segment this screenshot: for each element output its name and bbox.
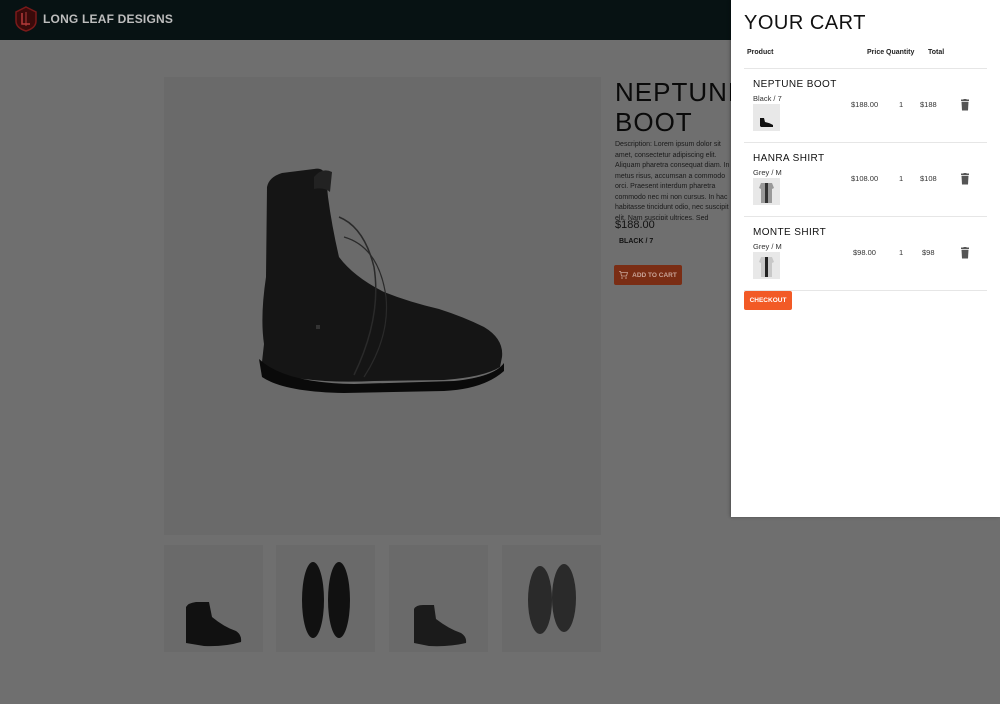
thumbnail-top-view[interactable] bbox=[276, 545, 375, 652]
brand-name[interactable]: LONG LEAF DESIGNS bbox=[43, 12, 173, 26]
thumbnail-pair-view[interactable] bbox=[502, 545, 601, 652]
cart-icon bbox=[619, 271, 629, 279]
product-variant: BLACK / 7 bbox=[619, 238, 654, 245]
item-thumbnail bbox=[753, 104, 780, 131]
item-quantity[interactable]: 1 bbox=[899, 248, 903, 257]
product-main-image bbox=[164, 77, 601, 535]
item-name: MONTE SHIRT bbox=[753, 227, 827, 238]
shield-logo-icon[interactable] bbox=[15, 6, 37, 32]
trash-icon[interactable] bbox=[960, 247, 970, 259]
item-name: NEPTUNE BOOT bbox=[753, 79, 837, 90]
trash-icon[interactable] bbox=[960, 99, 970, 111]
cart-title: YOUR CART bbox=[744, 12, 866, 34]
item-name: HANRA SHIRT bbox=[753, 153, 825, 164]
item-total: $108 bbox=[920, 174, 937, 183]
product-price: $188.00 bbox=[615, 219, 655, 231]
column-price: Price bbox=[867, 49, 885, 56]
product-title: NEPTUNE BOOT bbox=[615, 77, 747, 137]
cart-item: HANRA SHIRT Grey / M $108.00 1 $108 bbox=[744, 142, 987, 217]
item-price: $188.00 bbox=[851, 100, 879, 109]
thumbnail-angle-view[interactable] bbox=[389, 545, 488, 652]
item-variant: Grey / M bbox=[753, 242, 782, 251]
product-description: Description: Lorem ipsum dolor sit amet,… bbox=[615, 141, 730, 220]
cart-item: NEPTUNE BOOT Black / 7 $188.00 1 $188 bbox=[744, 68, 987, 143]
item-quantity[interactable]: 1 bbox=[899, 174, 903, 183]
boot-image bbox=[259, 168, 504, 393]
thumbnail-side-view[interactable] bbox=[164, 545, 263, 652]
item-variant: Grey / M bbox=[753, 168, 782, 177]
trash-icon[interactable] bbox=[960, 173, 970, 185]
column-product: Product bbox=[747, 49, 774, 56]
item-price: $98.00 bbox=[853, 248, 876, 257]
item-thumbnail bbox=[753, 252, 780, 279]
item-thumbnail bbox=[753, 178, 780, 205]
column-quantity: Quantity bbox=[886, 49, 915, 56]
column-total: Total bbox=[928, 49, 945, 56]
item-total: $98 bbox=[922, 248, 935, 257]
cart-drawer: YOUR CART Product Price Quantity Total N… bbox=[731, 0, 1000, 517]
item-total: $188 bbox=[920, 100, 937, 109]
add-to-cart-button[interactable]: ADD TO CART bbox=[614, 265, 682, 285]
item-variant: Black / 7 bbox=[753, 94, 782, 103]
checkout-button[interactable]: CHECKOUT bbox=[744, 291, 792, 310]
item-price: $108.00 bbox=[851, 174, 879, 183]
cart-item: MONTE SHIRT Grey / M $98.00 1 $98 bbox=[744, 216, 987, 291]
item-quantity[interactable]: 1 bbox=[899, 100, 903, 109]
